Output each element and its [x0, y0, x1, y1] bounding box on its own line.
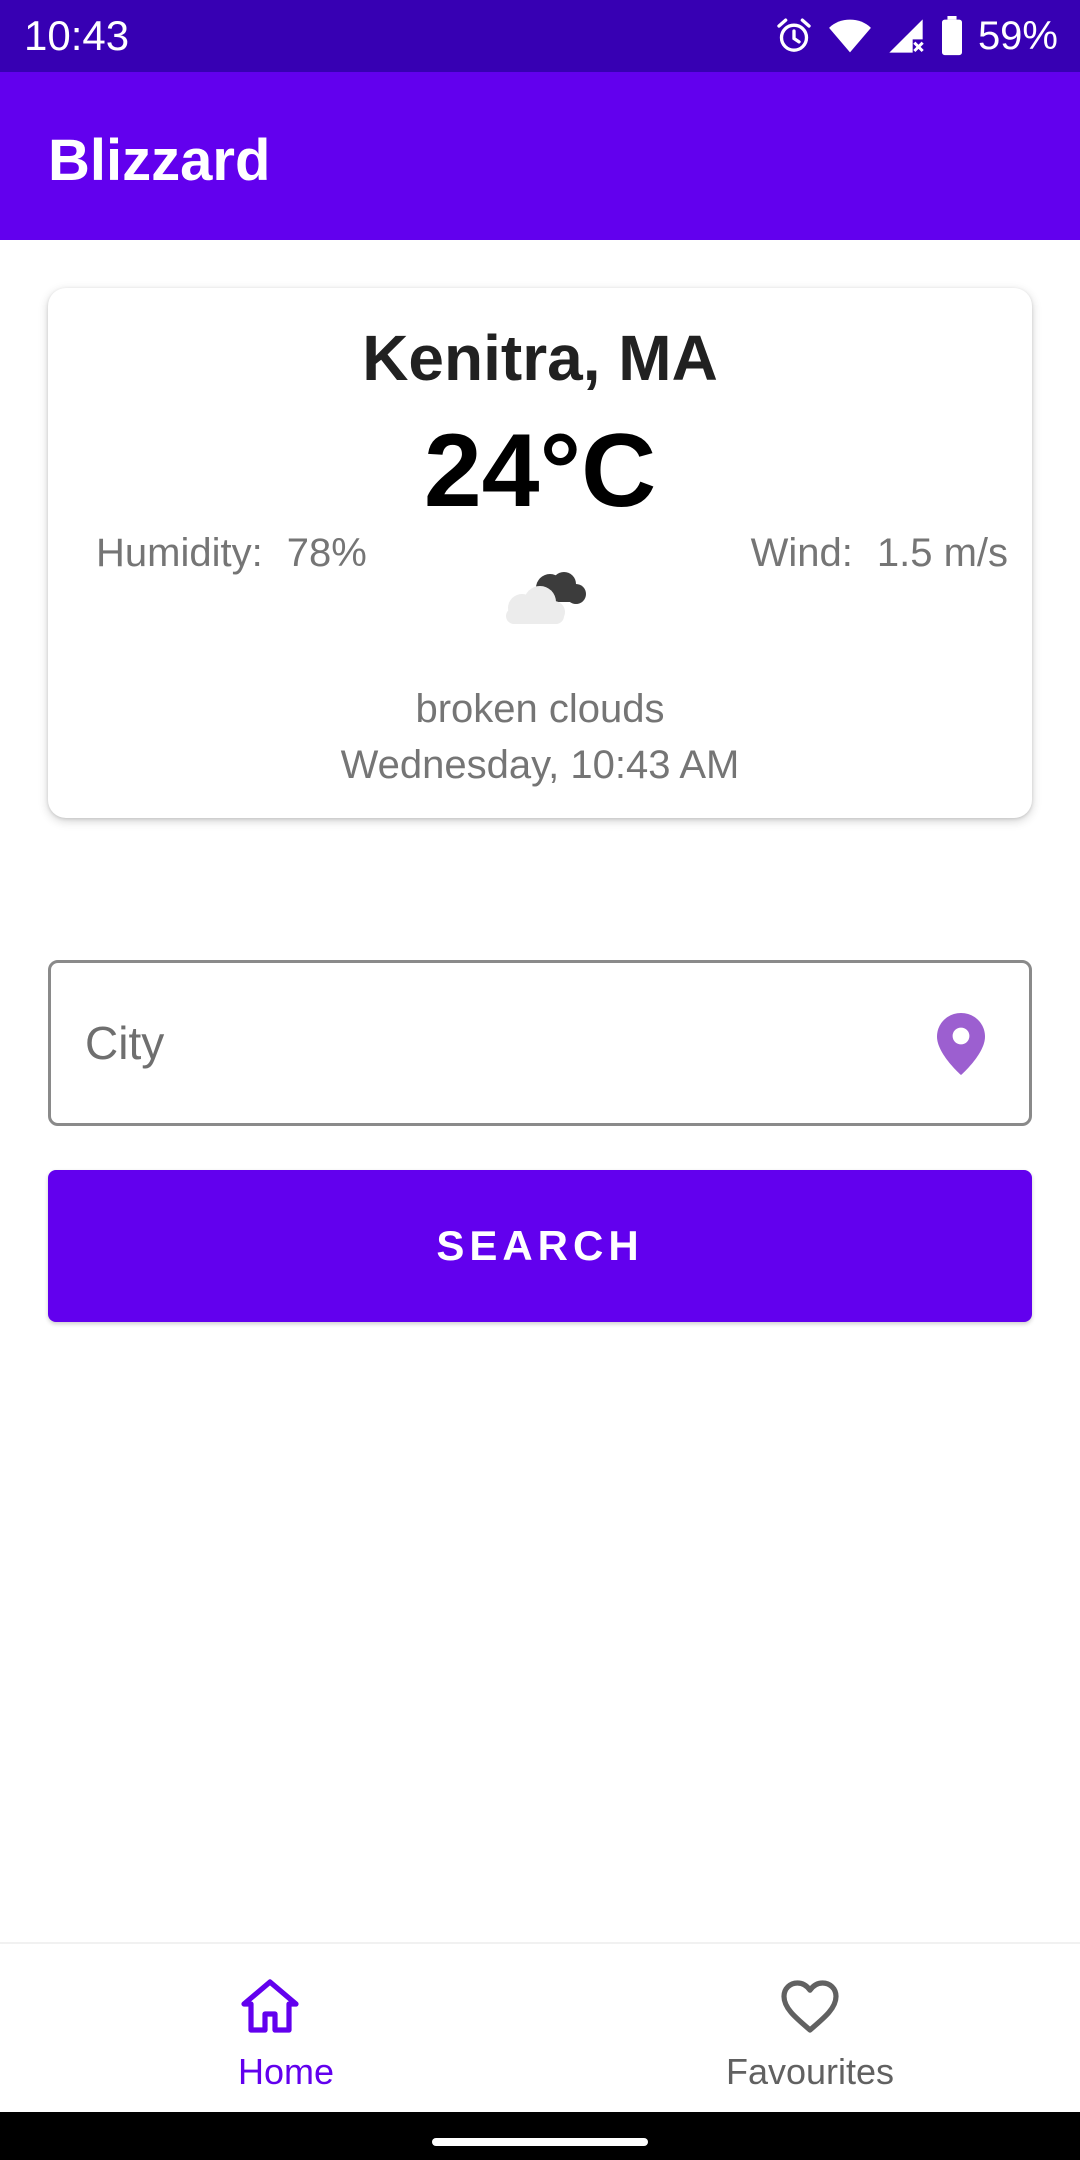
city-name: Kenitra, MA [362, 322, 718, 394]
broken-clouds-icon [500, 562, 590, 628]
city-field[interactable] [48, 960, 1032, 1126]
temperature: 24°C [423, 413, 657, 529]
humidity-stat: Humidity: 78% [96, 528, 367, 578]
heart-icon [781, 1980, 839, 2033]
status-bar: 10:43 59% [0, 0, 1080, 72]
wifi-icon [828, 16, 872, 56]
cell-signal-icon [886, 16, 926, 56]
humidity-value: 78% [286, 531, 367, 575]
nav-item-favourites[interactable]: Favourites [540, 1944, 1080, 2114]
humidity-label: Humidity: [96, 531, 263, 575]
app-bar: Blizzard [0, 72, 1080, 240]
bottom-nav: Home Favourites [0, 1942, 1080, 2114]
weather-card: Kenitra, MA 24°C Humidity: 78% Wind: 1.5 m… [48, 288, 1032, 818]
screen: 10:43 59% Blizzard Kenitra, MA 24°C Humi… [0, 0, 1080, 2160]
nav-label-favourites: Favourites [725, 2051, 895, 2092]
wind-stat: Wind: 1.5 m/s [751, 528, 1008, 578]
battery-percentage: 59% [977, 14, 1058, 58]
location-pin-icon[interactable] [937, 1013, 985, 1075]
search-button[interactable]: SEARCH [48, 1170, 1032, 1322]
city-input[interactable] [85, 1003, 905, 1083]
status-icons: 59% [774, 10, 1058, 62]
nav-item-home[interactable]: Home [0, 1944, 540, 2114]
wind-label: Wind: [750, 531, 853, 575]
home-icon [241, 1979, 299, 2033]
nav-label-home: Home [237, 2051, 335, 2092]
home-indicator[interactable] [432, 2138, 648, 2146]
alarm-icon [774, 16, 814, 56]
system-nav-bar [0, 2112, 1080, 2160]
status-time: 10:43 [24, 12, 130, 59]
weather-datetime: Wednesday, 10:43 AM [340, 743, 740, 787]
app-title: Blizzard [48, 128, 271, 193]
weather-condition: broken clouds [415, 687, 665, 731]
battery-icon [940, 16, 964, 56]
wind-value: 1.5 m/s [876, 531, 1008, 575]
